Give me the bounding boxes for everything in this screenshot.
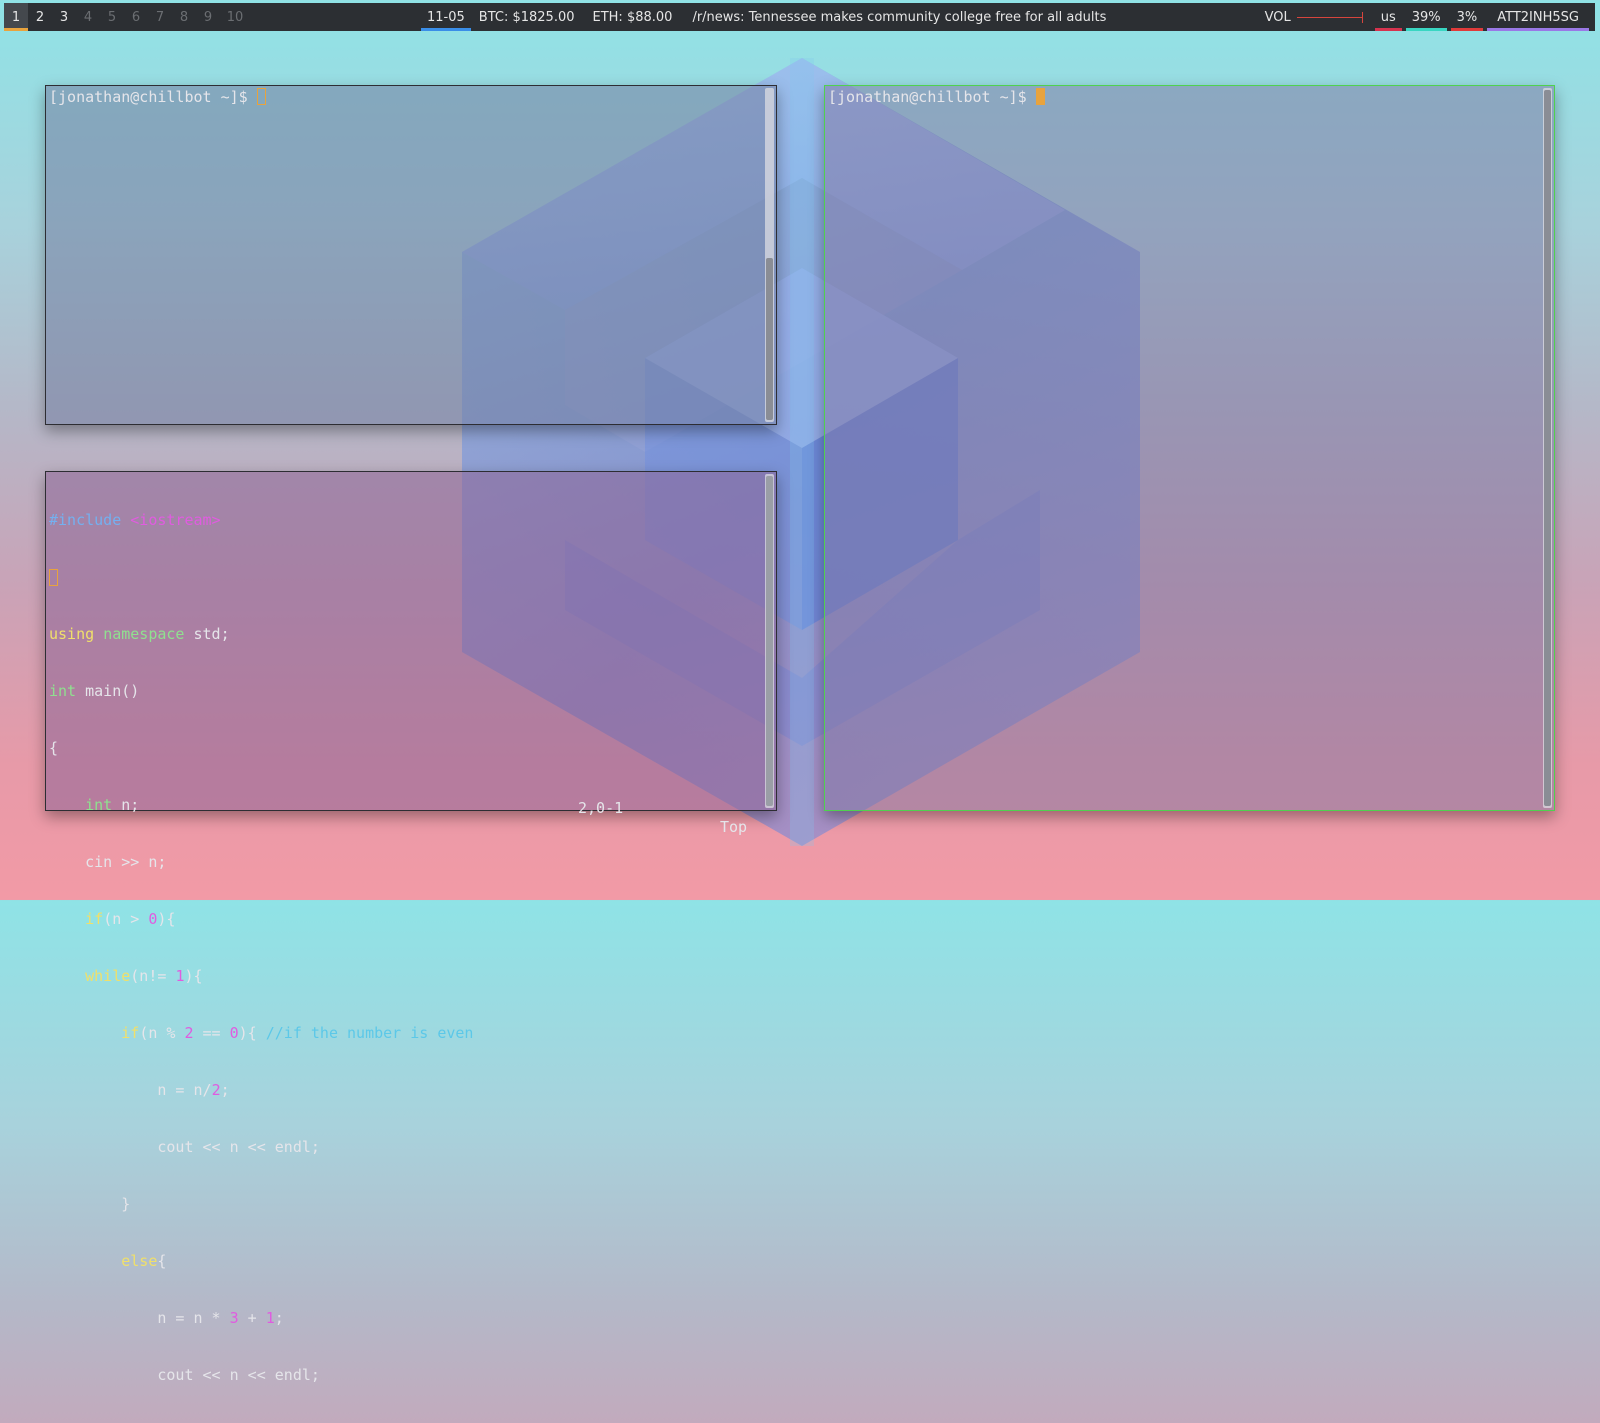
vim-statusline: 2,0-1 Top xyxy=(46,780,776,856)
code-line xyxy=(49,568,473,587)
shell-prompt: [jonathan@chillbot ~]$ xyxy=(828,88,1036,106)
text-cursor xyxy=(1035,88,1045,105)
code-line: using namespace std; xyxy=(49,625,230,643)
terminal-window-editor[interactable]: #include <iostream> using namespace std;… xyxy=(45,471,777,1384)
scrollbar-thumb[interactable] xyxy=(1544,90,1551,806)
code-line: if(n % 2 == 0){ //if the number is even xyxy=(121,1024,474,1042)
code-line: if(n > 0){ xyxy=(85,910,176,928)
code-line: n = n/2; xyxy=(49,1081,230,1099)
scrollbar[interactable] xyxy=(765,474,774,808)
cursor-position: 2,0-1 xyxy=(578,799,624,817)
terminal-prompt-line: [jonathan@chillbot ~]$ xyxy=(49,88,266,107)
code-line: #include <iostream> xyxy=(49,511,221,529)
shell-prompt: [jonathan@chillbot ~]$ xyxy=(49,88,257,106)
code-line: int main() xyxy=(49,682,140,700)
terminal-window-top-left[interactable]: [jonathan@chillbot ~]$ xyxy=(45,85,777,425)
scrollbar[interactable] xyxy=(1543,88,1552,808)
code-line: cout << n << endl; xyxy=(49,1366,320,1384)
code-line: n = n * 3 + 1; xyxy=(49,1309,284,1327)
code-line: else{ xyxy=(121,1252,167,1270)
code-line: while(n!= 1){ xyxy=(85,967,203,985)
text-cursor xyxy=(49,569,58,586)
text-cursor xyxy=(256,88,266,105)
terminal-window-right[interactable]: [jonathan@chillbot ~]$ xyxy=(824,85,1555,811)
scroll-position: Top xyxy=(720,818,748,836)
code-buffer[interactable]: #include <iostream> using namespace std;… xyxy=(49,473,473,1423)
terminal-prompt-line: [jonathan@chillbot ~]$ xyxy=(828,88,1045,107)
scrollbar-thumb[interactable] xyxy=(766,258,773,420)
scrollbar-thumb[interactable] xyxy=(766,476,773,806)
code-line: cout << n << endl; xyxy=(49,1138,320,1156)
scrollbar[interactable] xyxy=(765,88,774,422)
code-line: { xyxy=(49,739,59,757)
code-line: } xyxy=(49,1195,131,1213)
